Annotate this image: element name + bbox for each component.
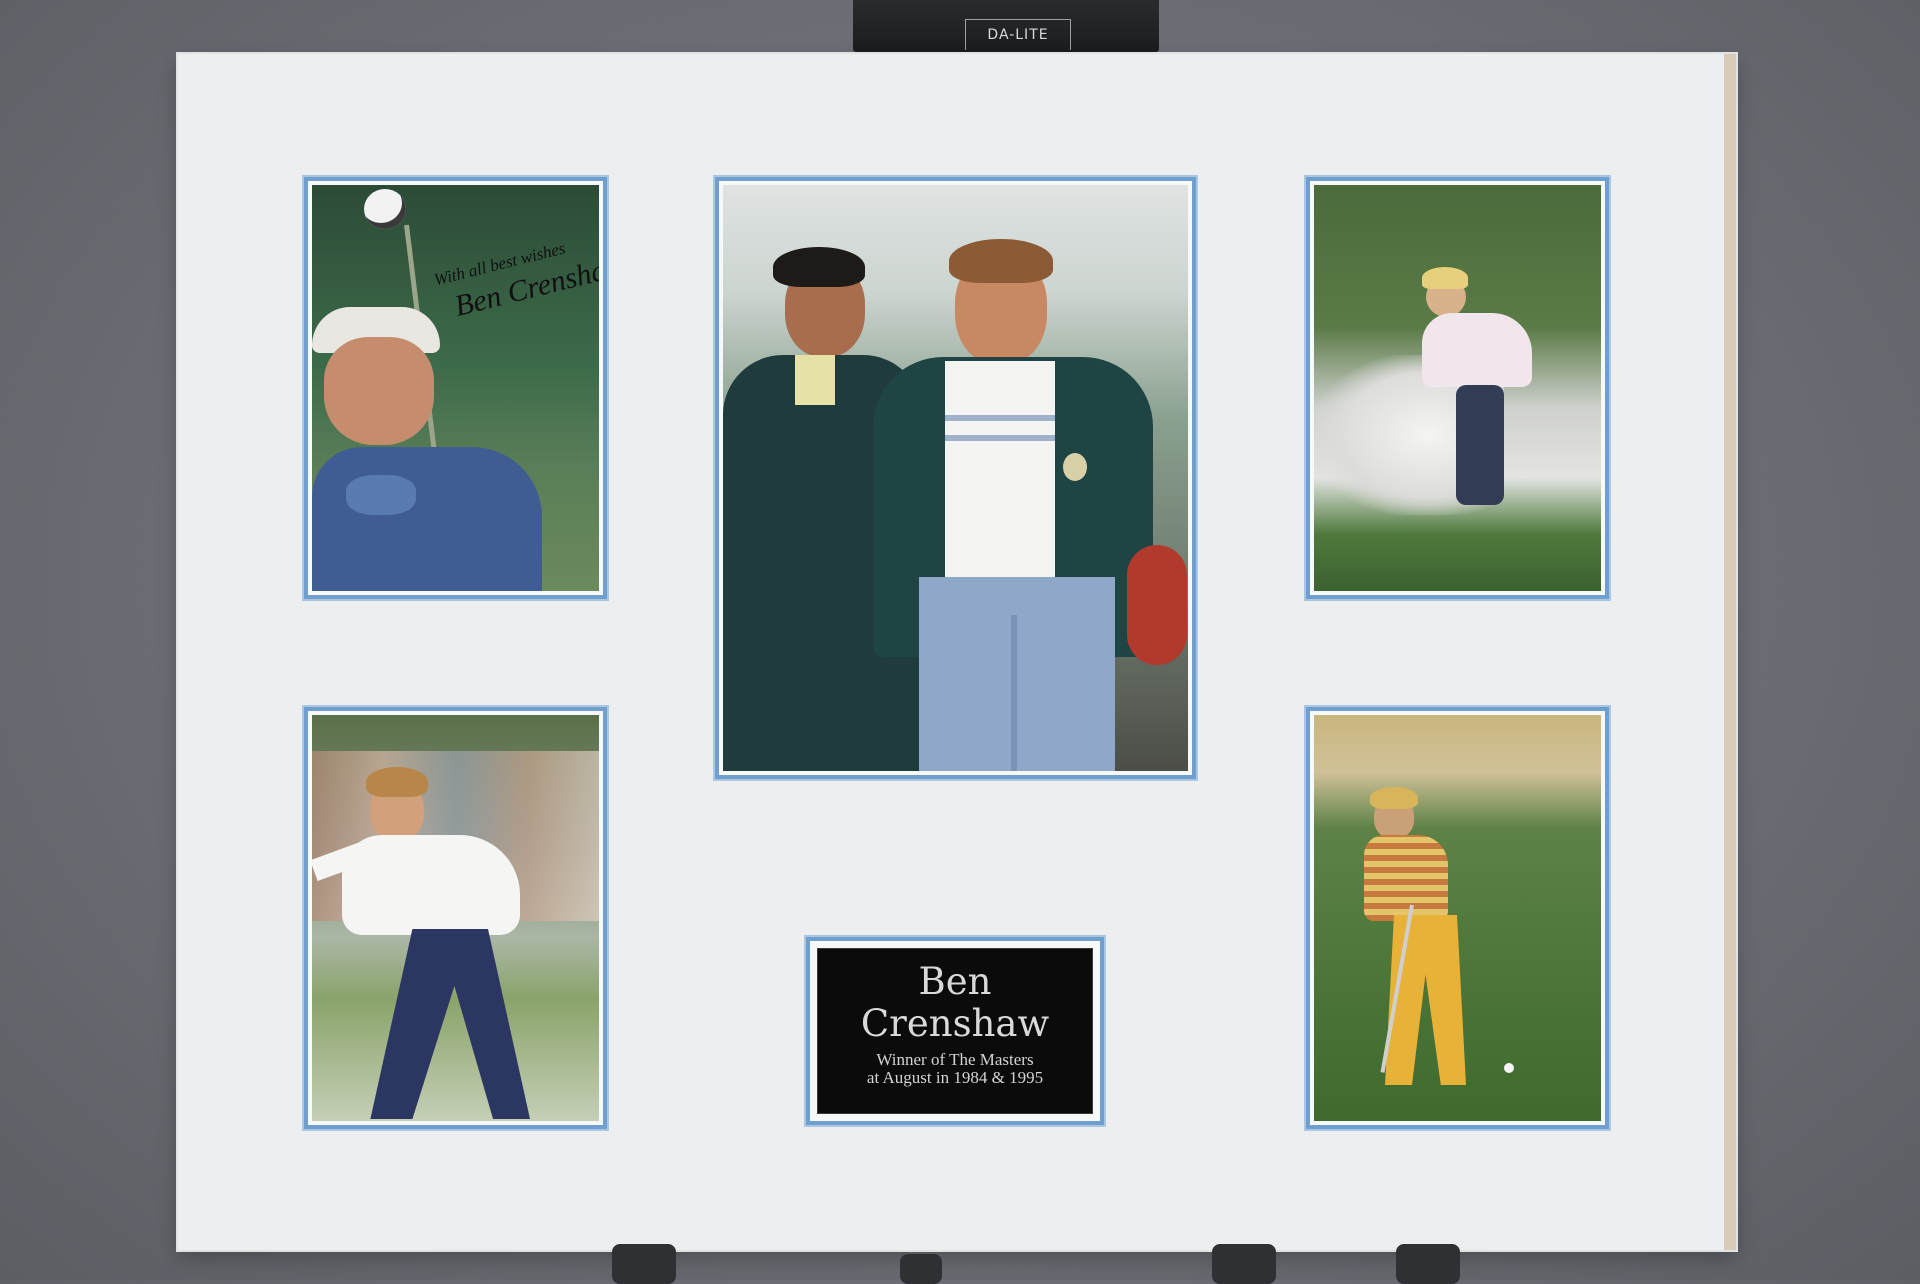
photo-window-celebration — [302, 705, 609, 1131]
photo-bunker-shot — [1314, 185, 1601, 591]
photo-signed-closeup: With all best wishes Ben Crenshaw — [312, 185, 599, 591]
easel-sign: DA-LITE — [853, 0, 1159, 52]
photo-window-signed: With all best wishes Ben Crenshaw — [302, 175, 609, 601]
easel-foot — [1212, 1244, 1276, 1284]
name-plaque: Ben Crenshaw Winner of The Masters at Au… — [817, 948, 1093, 1114]
plaque-name-line2: Crenshaw — [860, 1002, 1050, 1045]
board-edge — [1724, 54, 1736, 1250]
da-lite-logo: DA-LITE — [965, 19, 1071, 50]
plaque-name-line1: Ben — [918, 960, 992, 1003]
easel-foot — [612, 1244, 676, 1284]
name-plaque-window: Ben Crenshaw Winner of The Masters at Au… — [804, 935, 1106, 1127]
plaque-subtitle-line2: at August in 1984 & 1995 — [866, 1068, 1044, 1087]
autograph: With all best wishes Ben Crenshaw — [432, 238, 599, 323]
photo-green-jacket-ceremony — [723, 185, 1188, 771]
easel-foot — [1396, 1244, 1460, 1284]
photo-window-putting — [1304, 705, 1611, 1131]
photo-celebration — [312, 715, 599, 1121]
photo-window-bunker — [1304, 175, 1611, 601]
photo-putting — [1314, 715, 1601, 1121]
photo-window-ceremony — [713, 175, 1198, 781]
plaque-subtitle-line1: Winner of The Masters — [876, 1050, 1034, 1069]
